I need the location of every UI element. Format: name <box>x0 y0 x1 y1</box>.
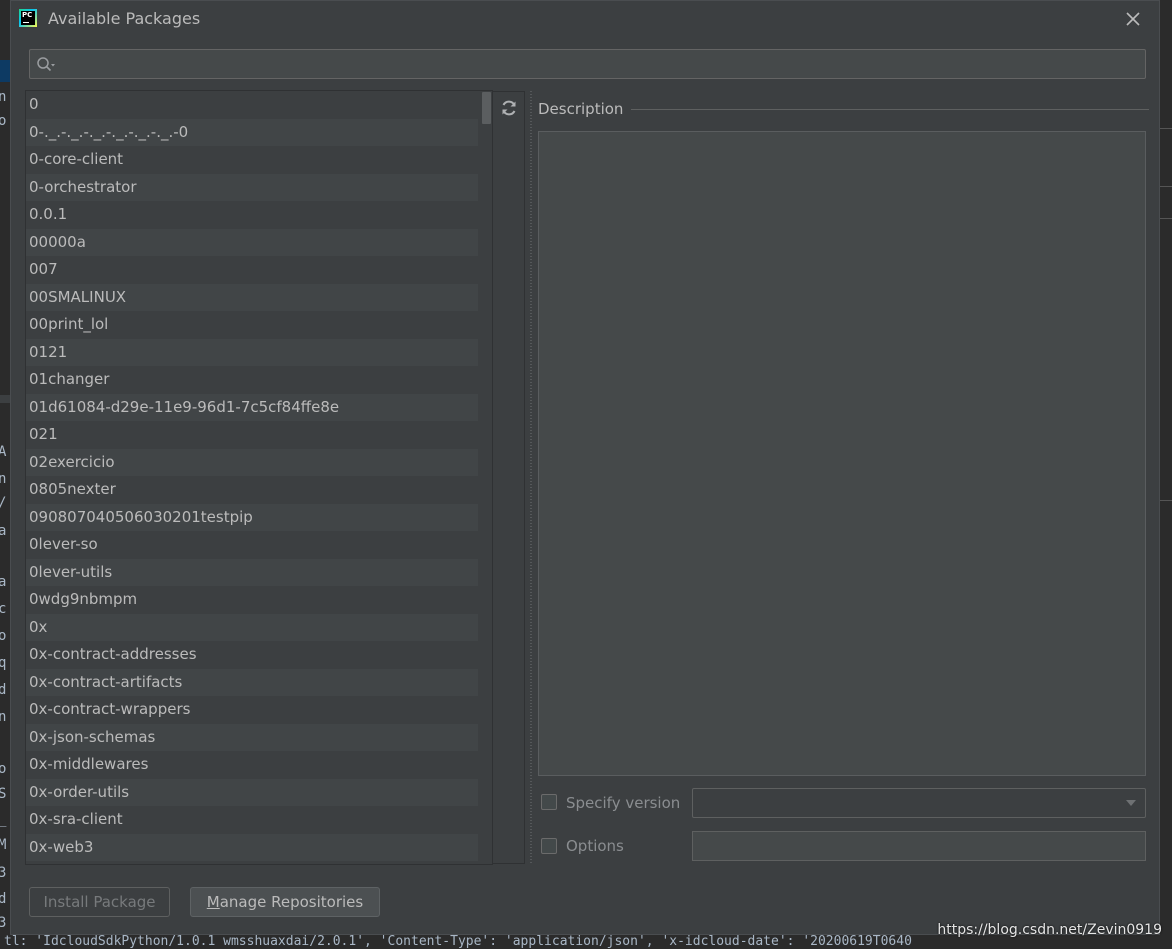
search-icon <box>37 57 55 72</box>
bg-char: 3 <box>0 915 7 931</box>
bg-char: S <box>0 786 7 802</box>
package-list-scrollbar[interactable] <box>478 91 492 864</box>
background-editor-strip: n o A n / a a c o q d n o S _ M 3 d 3 <box>0 0 10 949</box>
list-item[interactable]: 0wdg9nbmpm <box>25 586 492 614</box>
list-item[interactable]: 0x <box>25 613 492 641</box>
list-item[interactable]: 0x-contract-addresses <box>25 641 492 669</box>
bg-char: d <box>0 682 7 698</box>
background-selection <box>0 60 10 82</box>
description-separator <box>631 109 1149 110</box>
bg-char: d <box>0 891 7 907</box>
bg-char: M <box>0 837 7 853</box>
list-item[interactable]: 0-core-client <box>25 146 492 174</box>
pycharm-logo-icon: PC <box>19 9 37 27</box>
chevron-down-icon <box>1126 800 1136 806</box>
list-item[interactable]: 0x-contract-artifacts <box>25 668 492 696</box>
list-item[interactable]: 0lever-utils <box>25 558 492 586</box>
list-item[interactable]: 090807040506030201testpip <box>25 503 492 531</box>
bg-char: n <box>0 89 7 105</box>
bg-char: / <box>0 494 6 512</box>
search-field[interactable] <box>29 49 1146 79</box>
list-item[interactable]: 0x-middlewares <box>25 751 492 779</box>
bg-char: o <box>0 761 7 777</box>
bg-char: a <box>0 574 7 590</box>
list-item[interactable]: 00print_lol <box>25 311 492 339</box>
bg-char: A <box>0 444 7 460</box>
close-icon <box>1126 12 1140 26</box>
list-item[interactable]: 0x-contract-wrappers <box>25 696 492 724</box>
bg-char: n <box>0 471 7 487</box>
options-label: Options <box>566 837 624 855</box>
list-item[interactable]: 0 <box>25 91 492 119</box>
reload-list-button[interactable] <box>499 98 519 118</box>
description-panel <box>538 131 1146 776</box>
panel-splitter[interactable] <box>527 91 535 864</box>
list-item[interactable]: 0x-web3 <box>25 833 492 861</box>
list-item[interactable]: 0x-order-utils <box>25 778 492 806</box>
list-item[interactable]: 00000a <box>25 228 492 256</box>
close-button[interactable] <box>1121 7 1145 31</box>
bg-char: o <box>0 628 7 644</box>
description-label: Description <box>538 100 624 118</box>
specify-version-label: Specify version <box>566 794 681 812</box>
list-item[interactable]: 007 <box>25 256 492 284</box>
list-item[interactable]: 0x-sra-client <box>25 806 492 834</box>
package-list[interactable]: 0 0-._.-._.-._.-._.-._.-._.-0 0-core-clien… <box>25 91 492 864</box>
options-field[interactable] <box>692 831 1146 861</box>
background-right-strip <box>1160 0 1172 949</box>
list-item[interactable]: 01d61084-d29e-11e9-96d1-7c5cf84ffe8e <box>25 393 492 421</box>
list-toolbar <box>493 91 525 864</box>
watermark-url: https://blog.csdn.net/Zevin0919 <box>937 922 1162 938</box>
title-bar: PC Available Packages <box>11 1 1159 37</box>
version-dropdown[interactable] <box>692 788 1146 818</box>
bg-char: a <box>0 523 7 539</box>
dialog-title: Available Packages <box>48 9 201 28</box>
bg-char: _ <box>0 810 6 828</box>
install-package-button[interactable]: Install Package <box>29 887 170 917</box>
bg-char: n <box>0 709 7 725</box>
list-item[interactable]: 0lever-so <box>25 531 492 559</box>
list-item[interactable]: 0-._.-._.-._.-._.-._.-._.-0 <box>25 118 492 146</box>
list-item[interactable]: 021 <box>25 421 492 449</box>
refresh-icon <box>502 100 516 116</box>
list-item[interactable]: 01changer <box>25 366 492 394</box>
list-item[interactable]: 0-orchestrator <box>25 173 492 201</box>
manage-repositories-button[interactable]: Manage Repositories <box>190 887 380 917</box>
bg-char: c <box>0 601 7 617</box>
list-item[interactable]: 0805nexter <box>25 476 492 504</box>
bg-char: o <box>0 113 7 129</box>
bg-char: 3 <box>0 865 7 881</box>
list-item[interactable]: 0.0.1 <box>25 201 492 229</box>
list-item[interactable]: 00SMALINUX <box>25 283 492 311</box>
bg-char: q <box>0 655 7 671</box>
scrollbar-thumb[interactable] <box>482 92 491 124</box>
available-packages-dialog: PC Available Packages 0 0-._.-._.-._.-._.… <box>10 0 1160 935</box>
list-item[interactable]: 02exercicio <box>25 448 492 476</box>
search-input[interactable] <box>60 52 1140 76</box>
specify-version-checkbox[interactable] <box>541 794 557 810</box>
list-item[interactable]: 0x-json-schemas <box>25 723 492 751</box>
options-checkbox[interactable] <box>541 838 557 854</box>
list-item[interactable]: 0121 <box>25 338 492 366</box>
